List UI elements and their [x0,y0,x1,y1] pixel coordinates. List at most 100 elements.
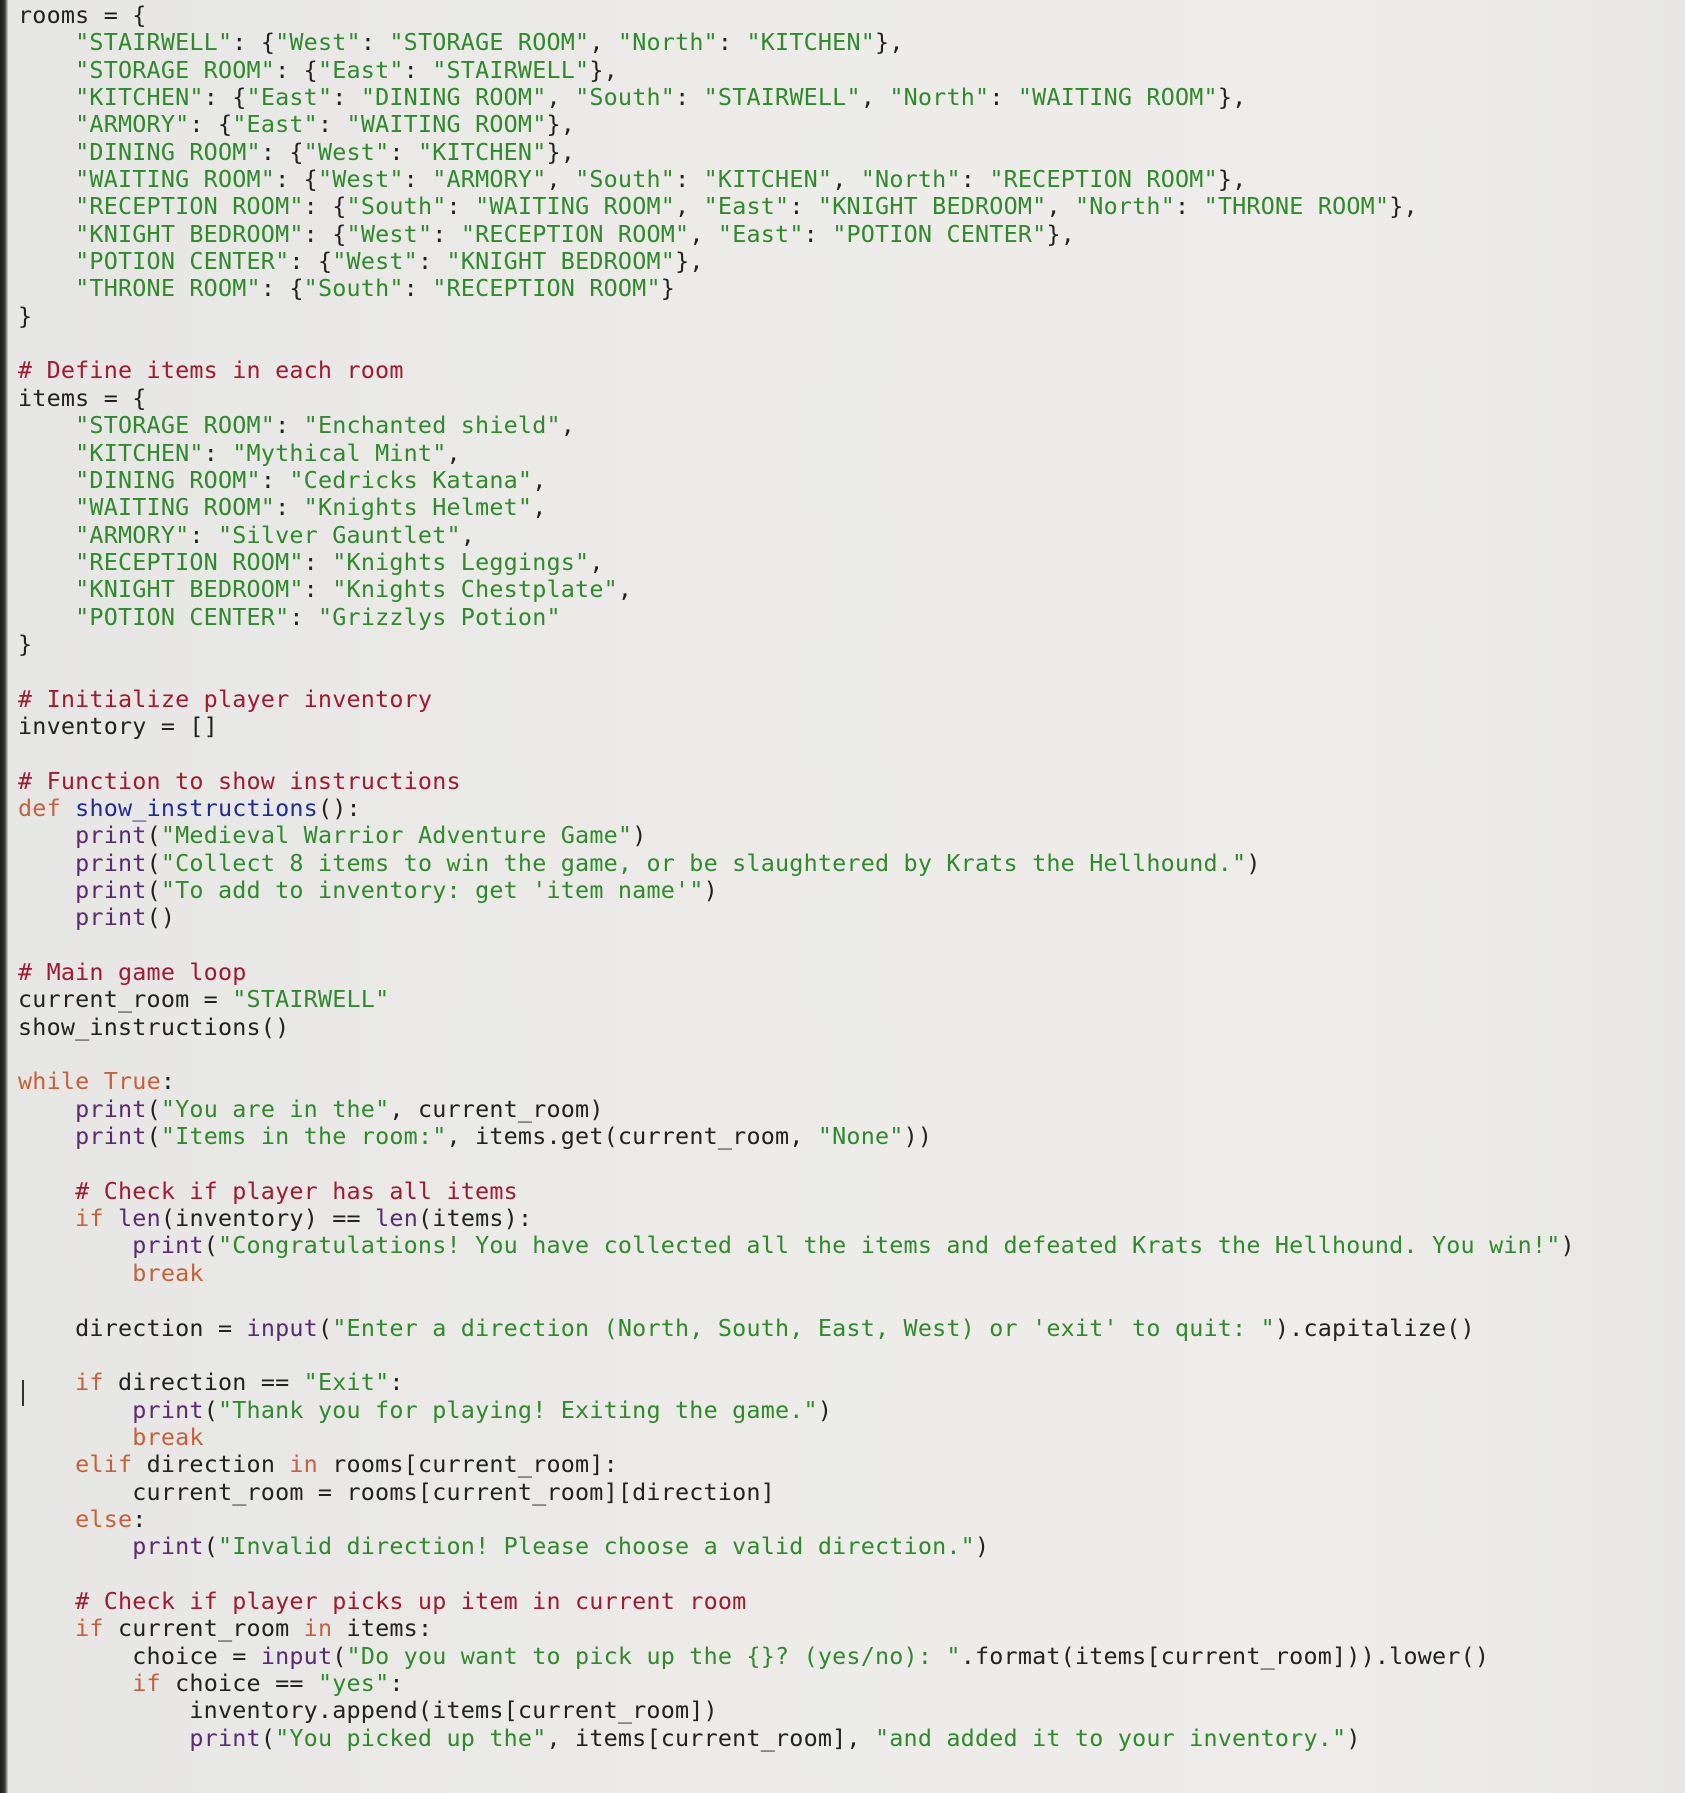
code-area[interactable]: rooms = { "STAIRWELL": {"West": "STORAGE… [18,1,1575,1752]
code-line[interactable] [18,1287,1575,1314]
string-literal: "STORAGE ROOM" [75,411,276,440]
string-literal: "East" [246,83,333,112]
code-line[interactable]: current_room = "STAIRWELL" [18,986,1575,1013]
code-line[interactable]: break [18,1423,1575,1451]
string-literal: "Do you want to pick up the {}? (yes/no)… [346,1641,961,1670]
code-line[interactable]: print("Items in the room:", items.get(cu… [18,1122,1575,1151]
code-line[interactable]: print() [18,904,1575,931]
code-line[interactable]: choice = input("Do you want to pick up t… [18,1641,1575,1670]
code-line[interactable]: # Initialize player inventory [18,685,1575,713]
comment: # Check if player picks up item in curre… [75,1586,747,1615]
code-line[interactable] [18,740,1575,767]
string-literal: "WAITING ROOM" [1017,83,1218,112]
code-line[interactable]: } [18,630,1575,658]
code-line[interactable]: "WAITING ROOM": {"West": "ARMORY", "Sout… [18,165,1575,194]
code-line[interactable] [18,330,1575,357]
code-line[interactable]: else: [18,1505,1575,1533]
code-line[interactable]: # Check if player picks up item in curre… [18,1586,1575,1615]
string-literal: "KITCHEN" [75,83,204,112]
code-text: ) [1346,1723,1361,1752]
string-literal: "North" [617,28,718,57]
code-line[interactable]: "RECEPTION ROOM": "Knights Leggings", [18,548,1575,576]
code-line[interactable]: show_instructions() [18,1013,1575,1041]
code-line[interactable]: break [18,1259,1575,1287]
code-line[interactable]: "DINING ROOM": {"West": "KITCHEN"}, [18,137,1575,166]
code-line[interactable]: def show_instructions(): [18,794,1575,822]
code-line[interactable] [18,1342,1575,1369]
code-line[interactable]: print("Thank you for playing! Exiting th… [18,1396,1575,1424]
code-line[interactable]: "DINING ROOM": "Cedricks Katana", [18,466,1575,494]
code-line[interactable]: "ARMORY": "Silver Gauntlet", [18,520,1575,549]
code-line[interactable] [18,1561,1575,1588]
code-line[interactable]: print("Medieval Warrior Adventure Game") [18,822,1575,849]
code-line[interactable]: if len(inventory) == len(items): [18,1204,1575,1232]
code-text: rooms = { [18,1,147,29]
code-line[interactable]: "POTION CENTER": "Grizzlys Potion" [18,603,1575,631]
code-text: ( [146,848,161,877]
code-line[interactable]: "STORAGE ROOM": {"East": "STAIRWELL"}, [18,56,1575,84]
string-literal: "ARMORY" [432,165,547,194]
code-line[interactable]: if choice == "yes": [18,1669,1575,1697]
code-text: : [989,83,1018,112]
string-literal: "Silver Gauntlet" [217,520,461,549]
code-line[interactable]: items = { [18,384,1575,412]
code-line[interactable]: } [18,302,1575,330]
code-line[interactable] [18,1150,1575,1177]
code-text: ) [974,1532,990,1561]
code-line[interactable]: elif direction in rooms[current_room]: [18,1451,1575,1478]
code-text: rooms[current_room]: [317,1450,618,1479]
code-line[interactable]: direction = input("Enter a direction (No… [18,1314,1575,1342]
code-line[interactable]: # Check if player has all items [18,1176,1575,1205]
code-text: , [617,575,633,604]
code-line[interactable]: print("You picked up the", items[current… [18,1723,1575,1752]
code-line[interactable]: # Main game loop [18,958,1575,986]
code-line[interactable] [18,1041,1575,1068]
code-line[interactable]: "RECEPTION ROOM": {"South": "WAITING ROO… [18,193,1575,220]
string-literal: "Knights Chestplate" [332,575,618,604]
code-line[interactable]: "KNIGHT BEDROOM": {"West": "RECEPTION RO… [18,219,1575,248]
code-line[interactable]: "THRONE ROOM": {"South": "RECEPTION ROOM… [18,275,1575,302]
code-line[interactable]: "KITCHEN": {"East": "DINING ROOM", "Sout… [18,83,1575,112]
code-line[interactable]: print("To add to inventory: get 'item na… [18,876,1575,904]
code-line[interactable] [18,658,1575,685]
code-line[interactable]: "KNIGHT BEDROOM": "Knights Chestplate", [18,576,1575,603]
code-line[interactable]: current_room = rooms[current_room][direc… [18,1478,1575,1506]
code-line[interactable]: print("Invalid direction! Please choose … [18,1533,1575,1560]
string-literal: "RECEPTION ROOM" [432,274,661,303]
code-line[interactable]: print("Collect 8 items to win the game, … [18,848,1575,877]
code-line[interactable]: # Define items in each room [18,357,1575,384]
comment: # Check if player has all items [75,1176,518,1205]
code-line[interactable]: if direction == "Exit": [18,1369,1575,1396]
code-line[interactable]: if current_room in items: [18,1615,1575,1642]
string-literal: "RECEPTION ROOM" [989,165,1218,194]
string-literal: "POTION CENTER" [832,219,1047,248]
string-literal: "Items in the room:" [160,1122,447,1151]
code-line[interactable]: "STORAGE ROOM": "Enchanted shield", [18,411,1575,440]
string-literal: "and added it to your inventory." [874,1723,1347,1752]
code-line[interactable]: "WAITING ROOM": "Knights Helmet", [18,494,1575,521]
code-line[interactable]: print("Congratulations! You have collect… [18,1232,1575,1259]
code-line[interactable]: rooms = { [18,1,1575,29]
code-line[interactable]: while True: [18,1068,1575,1095]
code-line[interactable]: inventory = [] [18,712,1575,740]
code-line[interactable]: "ARMORY": {"East": "WAITING ROOM"}, [18,111,1575,138]
code-text: , current_room) [389,1094,604,1123]
code-line[interactable]: "KITCHEN": "Mythical Mint", [18,439,1575,467]
code-line[interactable]: # Function to show instructions [18,767,1575,795]
code-line[interactable] [18,932,1575,959]
code-editor[interactable]: rooms = { "STAIRWELL": {"West": "STORAGE… [0,0,1685,1793]
code-line[interactable]: inventory.append(items[current_room]) [18,1697,1575,1724]
code-text: : { [260,137,304,166]
code-line[interactable]: "STAIRWELL": {"West": "STORAGE ROOM", "N… [18,29,1575,56]
code-text: }, [1046,219,1076,248]
code-text: ) [703,876,718,904]
code-line[interactable]: "POTION CENTER": {"West": "KNIGHT BEDROO… [18,247,1575,275]
code-line[interactable]: print("You are in the", current_room) [18,1094,1575,1123]
